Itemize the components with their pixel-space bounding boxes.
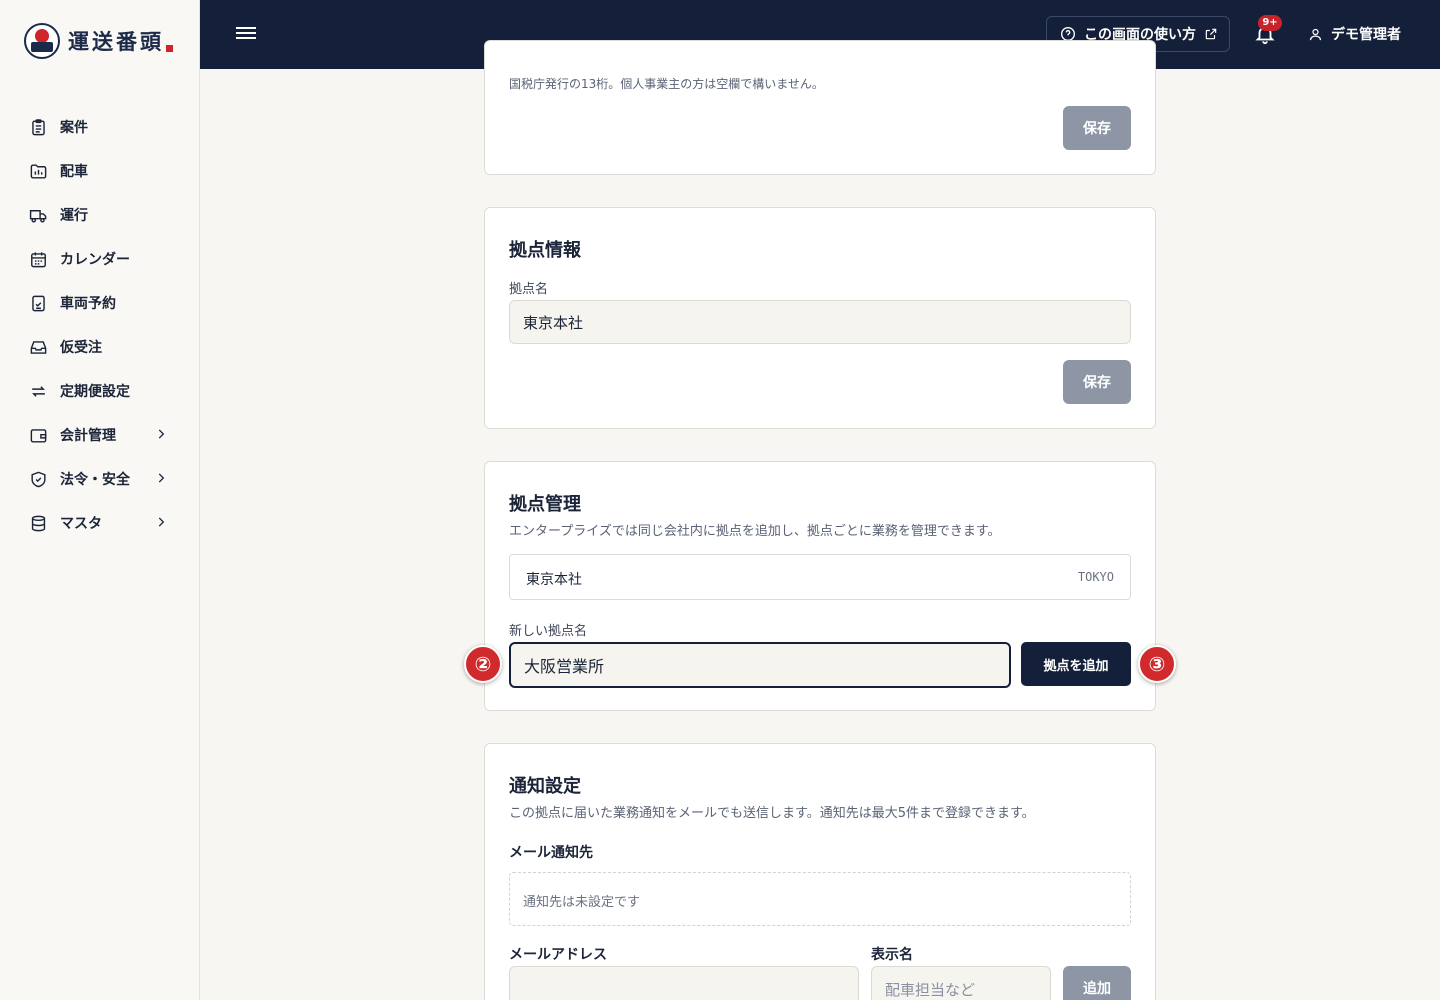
- notification-badge: 9+: [1258, 15, 1282, 31]
- user-name: デモ管理者: [1331, 27, 1401, 43]
- sidebar-item-label: 配車: [60, 164, 88, 180]
- email-label: メールアドレス: [509, 947, 607, 963]
- notification-settings-card: 通知設定 この拠点に届いた業務通知をメールでも送信します。通知先は最大5件まで登…: [484, 743, 1156, 1000]
- sidebar-item-compliance[interactable]: 法令・安全: [0, 457, 200, 501]
- display-name-label: 表示名: [871, 947, 913, 963]
- clipboard-check-icon: [28, 293, 48, 313]
- new-location-label: 新しい拠点名: [509, 624, 588, 639]
- database-icon: [28, 513, 48, 533]
- location-name: 東京本社: [526, 572, 582, 588]
- shield-check-icon: [28, 469, 48, 489]
- save-button[interactable]: 保存: [1063, 106, 1131, 150]
- folder-chart-icon: [28, 161, 48, 181]
- sidebar-nav: 案件 配車 運行 カレンダー 車両予約 仮受注 定期便設定 会計管理 法令・安全…: [0, 105, 200, 545]
- sidebar-item-scheduled-routes[interactable]: 定期便設定: [0, 369, 200, 413]
- sidebar: 運送番頭 案件 配車 運行 カレンダー 車両予約 仮受注 定期便設定 会計管理 …: [0, 0, 200, 1000]
- sidebar-item-operations[interactable]: 運行: [0, 193, 200, 237]
- sidebar-item-calendar[interactable]: カレンダー: [0, 237, 200, 281]
- company-info-card: 国税庁発行の13桁。個人事業主の方は空欄で構いません。 保存: [484, 40, 1156, 175]
- logo-seal: [166, 44, 173, 52]
- chevron-right-icon: [158, 517, 165, 527]
- corporate-number-hint: 国税庁発行の13桁。個人事業主の方は空欄で構いません。: [509, 77, 824, 91]
- step-marker-2: ②: [464, 645, 502, 683]
- add-location-button[interactable]: 拠点を追加: [1021, 642, 1131, 686]
- section-title: 通知設定: [509, 776, 581, 797]
- sidebar-item-dispatch[interactable]: 配車: [0, 149, 200, 193]
- sidebar-item-label: 運行: [60, 208, 88, 224]
- sidebar-item-master[interactable]: マスタ: [0, 501, 200, 545]
- section-title: 拠点管理: [509, 494, 581, 515]
- add-recipient-button[interactable]: 追加: [1063, 966, 1131, 1000]
- external-link-icon: [1205, 28, 1217, 40]
- user-icon: [1309, 28, 1322, 40]
- save-button[interactable]: 保存: [1063, 360, 1131, 404]
- location-name-input[interactable]: 東京本社: [509, 300, 1131, 344]
- chevron-right-icon: [158, 473, 165, 483]
- sidebar-item-label: 定期便設定: [60, 384, 130, 400]
- clipboard-icon: [28, 117, 48, 137]
- section-description: この拠点に届いた業務通知をメールでも送信します。通知先は最大5件まで登録できます…: [509, 806, 1035, 821]
- sidebar-item-label: 案件: [60, 120, 88, 136]
- empty-state-text: 通知先は未設定です: [523, 895, 641, 910]
- logo-text: 運送番頭: [68, 29, 164, 54]
- step-marker-3: ③: [1138, 645, 1176, 683]
- section-title: 拠点情報: [509, 240, 581, 261]
- new-location-input[interactable]: 大阪営業所: [509, 642, 1011, 688]
- sidebar-item-label: マスタ: [60, 516, 102, 532]
- sidebar-item-tentative-orders[interactable]: 仮受注: [0, 325, 200, 369]
- sidebar-item-label: カレンダー: [60, 252, 130, 268]
- recipients-label: メール通知先: [509, 845, 593, 861]
- app-logo[interactable]: 運送番頭: [24, 22, 173, 60]
- menu-toggle-icon[interactable]: [236, 24, 256, 44]
- chevron-right-icon: [158, 429, 165, 439]
- sidebar-item-label: 仮受注: [60, 340, 102, 356]
- sidebar-item-label: 会計管理: [60, 428, 116, 444]
- wallet-icon: [28, 425, 48, 445]
- location-name-label: 拠点名: [509, 282, 549, 297]
- calendar-icon: [28, 249, 48, 269]
- sidebar-item-cases[interactable]: 案件: [0, 105, 200, 149]
- recipients-empty-state: 通知先は未設定です: [509, 872, 1131, 926]
- inbox-icon: [28, 337, 48, 357]
- sidebar-item-vehicle-reservation[interactable]: 車両予約: [0, 281, 200, 325]
- display-name-input[interactable]: 配車担当など: [871, 966, 1051, 1000]
- location-management-card: 拠点管理 エンタープライズでは同じ会社内に拠点を追加し、拠点ごとに業務を管理でき…: [484, 461, 1156, 711]
- sidebar-item-label: 車両予約: [60, 296, 116, 312]
- location-code: TOKYO: [1077, 570, 1114, 584]
- sidebar-item-label: 法令・安全: [60, 472, 130, 488]
- email-input[interactable]: [509, 966, 859, 1000]
- logo-emblem: [24, 23, 60, 59]
- repeat-icon: [28, 381, 48, 401]
- user-menu[interactable]: デモ管理者: [1308, 24, 1401, 44]
- truck-icon: [28, 205, 48, 225]
- location-list-item[interactable]: 東京本社 TOKYO: [509, 554, 1131, 600]
- section-description: エンタープライズでは同じ会社内に拠点を追加し、拠点ごとに業務を管理できます。: [509, 524, 1001, 539]
- sidebar-item-accounting[interactable]: 会計管理: [0, 413, 200, 457]
- location-info-card: 拠点情報 拠点名 東京本社 保存: [484, 207, 1156, 429]
